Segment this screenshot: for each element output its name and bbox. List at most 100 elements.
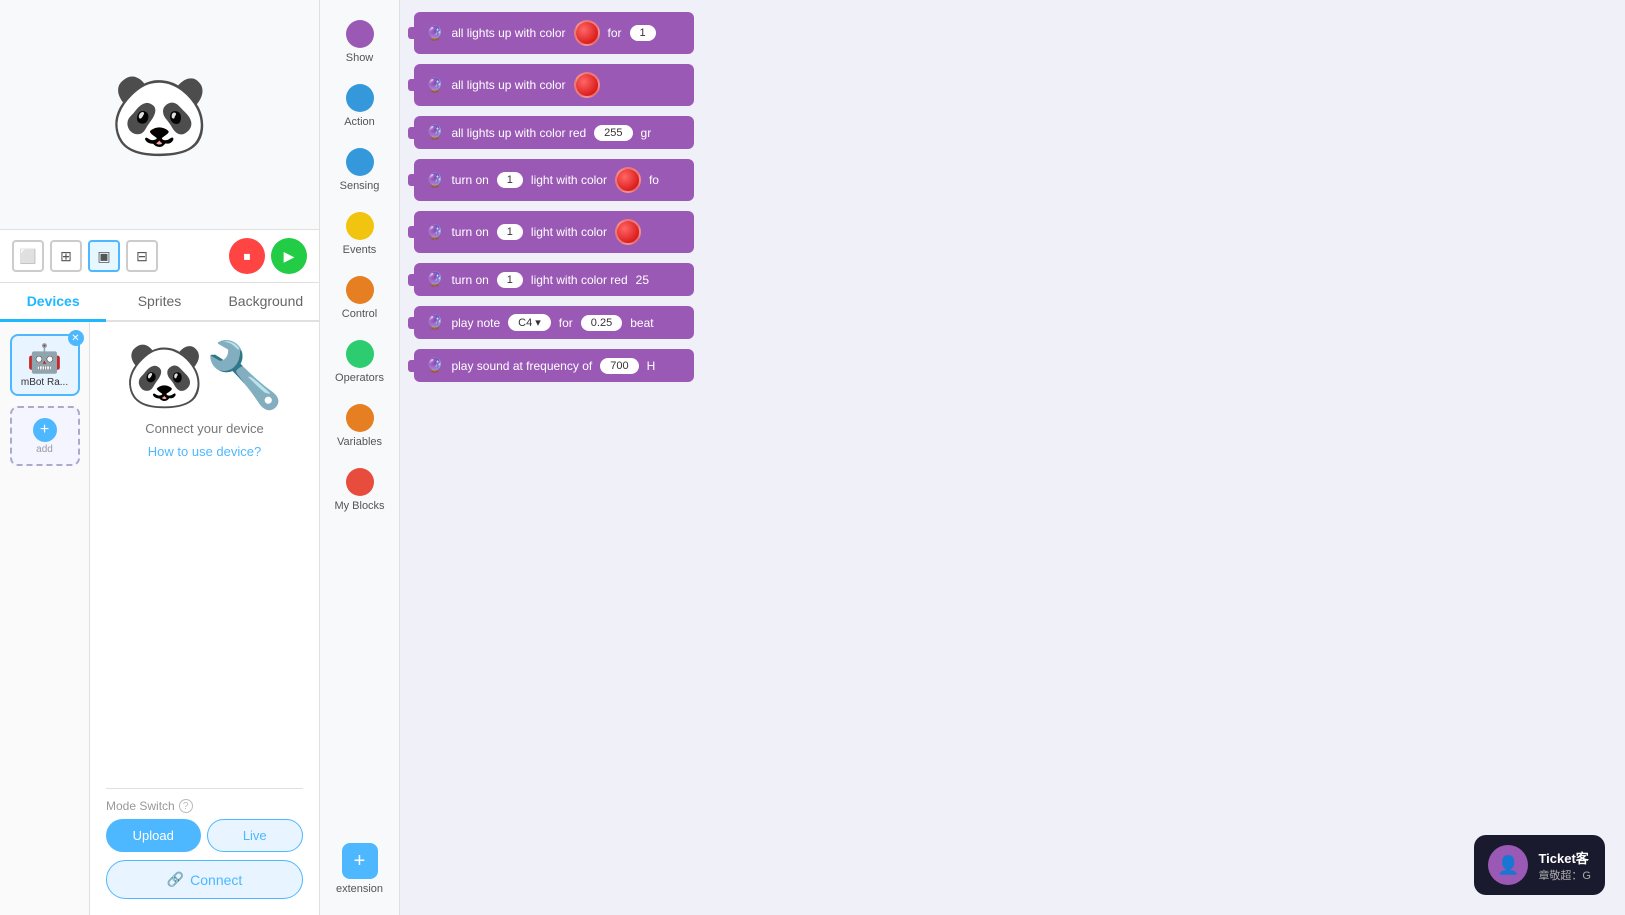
extension-btn[interactable]: + <box>342 843 378 879</box>
grid-view-btn[interactable]: ⊞ <box>50 240 82 272</box>
block-all-lights[interactable]: 🔮 all lights up with color <box>414 64 694 106</box>
block-turn-on-light-rgb[interactable]: 🔮 turn on 1 light with color red 25 <box>414 263 694 296</box>
operators-dot <box>346 340 374 368</box>
cat-action-label: Action <box>344 116 375 128</box>
left-panel: 🐼 ⬜ ⊞ ▣ ⊟ ⏹ ▶ Devices Sprites Background… <box>0 0 320 915</box>
remove-device-btn[interactable]: ✕ <box>68 330 84 346</box>
chat-avatar: 👤 <box>1488 845 1528 885</box>
help-icon[interactable]: ? <box>179 799 193 813</box>
connect-btn[interactable]: 🔗 Connect <box>106 860 303 899</box>
extension-area: + extension <box>336 843 383 903</box>
cat-events[interactable]: Events <box>324 204 396 264</box>
cat-show[interactable]: Show <box>324 12 396 72</box>
events-dot <box>346 212 374 240</box>
block-text-3: all lights up with color red <box>451 126 586 140</box>
fullscreen-btn[interactable]: ⬜ <box>12 240 44 272</box>
oval-4[interactable]: 1 <box>497 172 523 188</box>
color-swatch-1[interactable] <box>574 20 600 46</box>
mode-buttons: Upload Live <box>106 819 303 852</box>
block-text-7a: play note <box>451 316 500 330</box>
block-text-4a: turn on <box>451 173 488 187</box>
block-icon-3: 🔮 <box>426 124 443 141</box>
note-oval[interactable]: C4 ▾ <box>508 314 551 331</box>
block-text-2: all lights up with color <box>451 78 565 92</box>
my-blocks-dot <box>346 468 374 496</box>
chat-bubble[interactable]: 👤 Ticket客 章敬超：G <box>1474 835 1605 895</box>
color-swatch-5[interactable] <box>615 219 641 245</box>
oval-3[interactable]: 255 <box>594 125 632 141</box>
block-turn-on-light-for[interactable]: 🔮 turn on 1 light with color fo <box>414 159 694 201</box>
stop-btn[interactable]: ⏹ <box>229 238 265 274</box>
cat-variables-label: Variables <box>337 436 382 448</box>
block-text-6b: light with color red <box>531 273 628 287</box>
toolbar-row: ⬜ ⊞ ▣ ⊟ ⏹ ▶ <box>0 230 319 283</box>
block-text-1: all lights up with color <box>451 26 565 40</box>
connect-label: Connect your device <box>145 421 264 436</box>
tab-devices[interactable]: Devices <box>0 283 106 322</box>
action-dot <box>346 84 374 112</box>
beat-oval[interactable]: 0.25 <box>581 315 622 331</box>
freq-oval[interactable]: 700 <box>600 358 638 374</box>
color-swatch-2[interactable] <box>574 72 600 98</box>
block-all-lights-rgb[interactable]: 🔮 all lights up with color red 255 gr <box>414 116 694 149</box>
mode-switch-area: Mode Switch ? Upload Live 🔗 Connect <box>106 788 303 899</box>
show-dot <box>346 20 374 48</box>
block-play-note[interactable]: 🔮 play note C4 ▾ for 0.25 beat <box>414 306 694 339</box>
start-btn[interactable]: ▶ <box>271 238 307 274</box>
devices-content: ✕ 🤖 mBot Ra... + add 🐼🔧 Connect your dev… <box>0 322 319 915</box>
cat-sensing-label: Sensing <box>340 180 380 192</box>
add-plus-icon: + <box>33 418 57 442</box>
block-icon-6: 🔮 <box>426 271 443 288</box>
cat-my-blocks-label: My Blocks <box>334 500 384 512</box>
oval-1[interactable]: 1 <box>630 25 656 41</box>
mode-switch-label: Mode Switch ? <box>106 799 303 813</box>
block-all-lights-for[interactable]: 🔮 all lights up with color for 1 <box>414 12 694 54</box>
how-to-link[interactable]: How to use device? <box>148 444 261 459</box>
cat-sensing[interactable]: Sensing <box>324 140 396 200</box>
robot-icon: 🤖 <box>27 342 62 375</box>
cat-operators-label: Operators <box>335 372 384 384</box>
block-text-6a: turn on <box>451 273 488 287</box>
chat-avatar-icon: 👤 <box>1497 855 1519 876</box>
cat-my-blocks[interactable]: My Blocks <box>324 460 396 520</box>
mbot-device-card[interactable]: ✕ 🤖 mBot Ra... <box>10 334 80 396</box>
chat-subtitle: 章敬超：G <box>1538 867 1591 883</box>
preview-area: 🐼 <box>0 0 319 230</box>
link-icon: 🔗 <box>167 871 184 888</box>
cat-show-label: Show <box>346 52 374 64</box>
upload-btn[interactable]: Upload <box>106 819 201 852</box>
cat-control[interactable]: Control <box>324 268 396 328</box>
device-name: mBot Ra... <box>21 377 68 388</box>
tab-sprites[interactable]: Sprites <box>106 283 212 322</box>
chat-text: Ticket客 章敬超：G <box>1538 848 1591 883</box>
variables-dot <box>346 404 374 432</box>
block-icon-5: 🔮 <box>426 224 443 241</box>
cat-action[interactable]: Action <box>324 76 396 136</box>
tabs-row: Devices Sprites Background <box>0 283 319 322</box>
split-view-btn[interactable]: ▣ <box>88 240 120 272</box>
tab-background[interactable]: Background <box>213 283 319 322</box>
list-view-btn[interactable]: ⊟ <box>126 240 158 272</box>
sensing-dot <box>346 148 374 176</box>
extension-label: extension <box>336 883 383 895</box>
cat-operators[interactable]: Operators <box>324 332 396 392</box>
cat-events-label: Events <box>343 244 377 256</box>
add-device-btn[interactable]: + add <box>10 406 80 466</box>
chat-title: Ticket客 <box>1538 848 1591 867</box>
block-turn-on-light[interactable]: 🔮 turn on 1 light with color <box>414 211 694 253</box>
cat-variables[interactable]: Variables <box>324 396 396 456</box>
block-text-8a: play sound at frequency of <box>451 359 592 373</box>
block-play-freq[interactable]: 🔮 play sound at frequency of 700 H <box>414 349 694 382</box>
block-text-5a: turn on <box>451 225 488 239</box>
block-text-8b: H <box>647 359 656 373</box>
color-swatch-4[interactable] <box>615 167 641 193</box>
oval-6[interactable]: 1 <box>497 272 523 288</box>
live-btn[interactable]: Live <box>207 819 304 852</box>
block-text-7b: beat <box>630 316 653 330</box>
block-icon-7: 🔮 <box>426 314 443 331</box>
cat-control-label: Control <box>342 308 377 320</box>
block-icon-8: 🔮 <box>426 357 443 374</box>
panda-mascot: 🐼 <box>110 68 210 162</box>
oval-5[interactable]: 1 <box>497 224 523 240</box>
block-text-5b: light with color <box>531 225 607 239</box>
